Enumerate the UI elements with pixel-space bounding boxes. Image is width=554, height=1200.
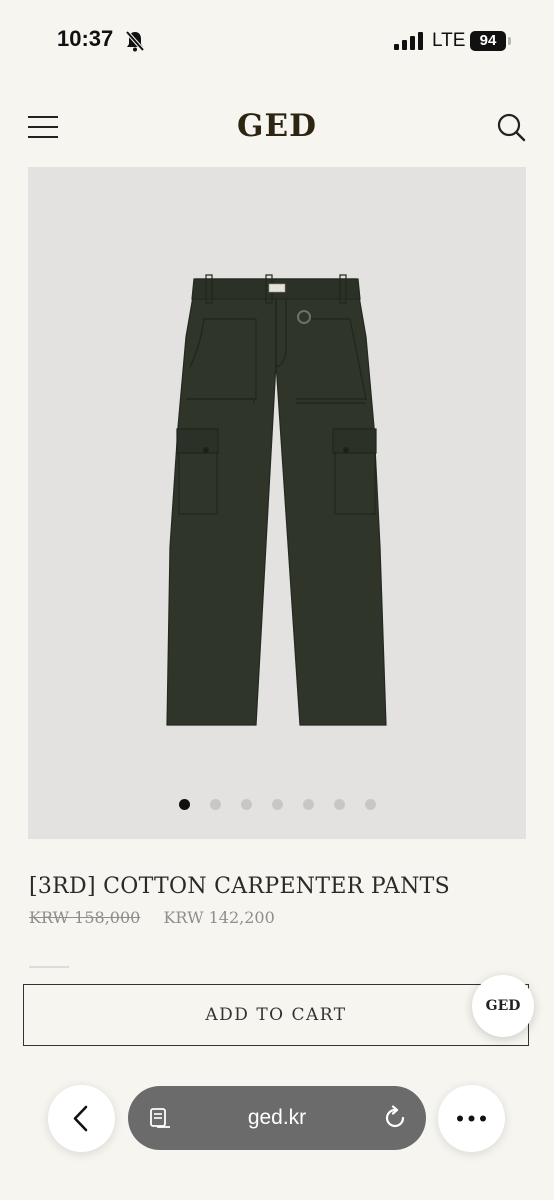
browser-back-button[interactable] (48, 1085, 115, 1152)
back-icon (73, 1105, 88, 1132)
more-icon (457, 1115, 486, 1122)
gallery-dot-1[interactable] (178, 799, 190, 810)
sale-price: KRW 142,200 (163, 908, 275, 927)
product-gallery[interactable] (28, 167, 526, 839)
original-price: KRW 158,000 (29, 908, 141, 927)
brand-logo[interactable]: GED (237, 108, 317, 144)
gallery-dot-5[interactable] (302, 799, 314, 810)
gallery-dot-4[interactable] (271, 799, 283, 810)
price-row: KRW 158,000 KRW 142,200 (29, 908, 275, 927)
battery-nub (508, 37, 511, 45)
gallery-pagination (28, 799, 526, 813)
brand-logo-wrap: GED (0, 108, 554, 144)
battery-indicator: 94 (470, 31, 506, 51)
browser-more-button[interactable] (438, 1085, 505, 1152)
divider (29, 966, 69, 968)
product-title: [3RD] COTTON CARPENTER PANTS (29, 874, 451, 899)
bell-muted-icon (125, 30, 145, 52)
reload-icon[interactable] (382, 1105, 408, 1131)
chat-floating-button[interactable]: GED (472, 975, 534, 1037)
product-image (166, 274, 387, 726)
menu-icon[interactable] (28, 114, 58, 140)
gallery-dot-6[interactable] (333, 799, 345, 810)
gallery-dot-2[interactable] (209, 799, 221, 810)
address-bar[interactable]: ged.kr (128, 1086, 426, 1150)
gallery-dot-3[interactable] (240, 799, 252, 810)
network-type: LTE (432, 30, 466, 51)
gallery-dot-7[interactable] (364, 799, 376, 810)
signal-icon (394, 32, 423, 50)
search-icon[interactable] (496, 112, 526, 142)
add-to-cart-button[interactable]: ADD TO CART (23, 984, 529, 1046)
site-header: GED (0, 100, 554, 156)
status-time: 10:37 (57, 26, 114, 51)
status-bar: 10:37 LTE 94 (0, 0, 554, 84)
